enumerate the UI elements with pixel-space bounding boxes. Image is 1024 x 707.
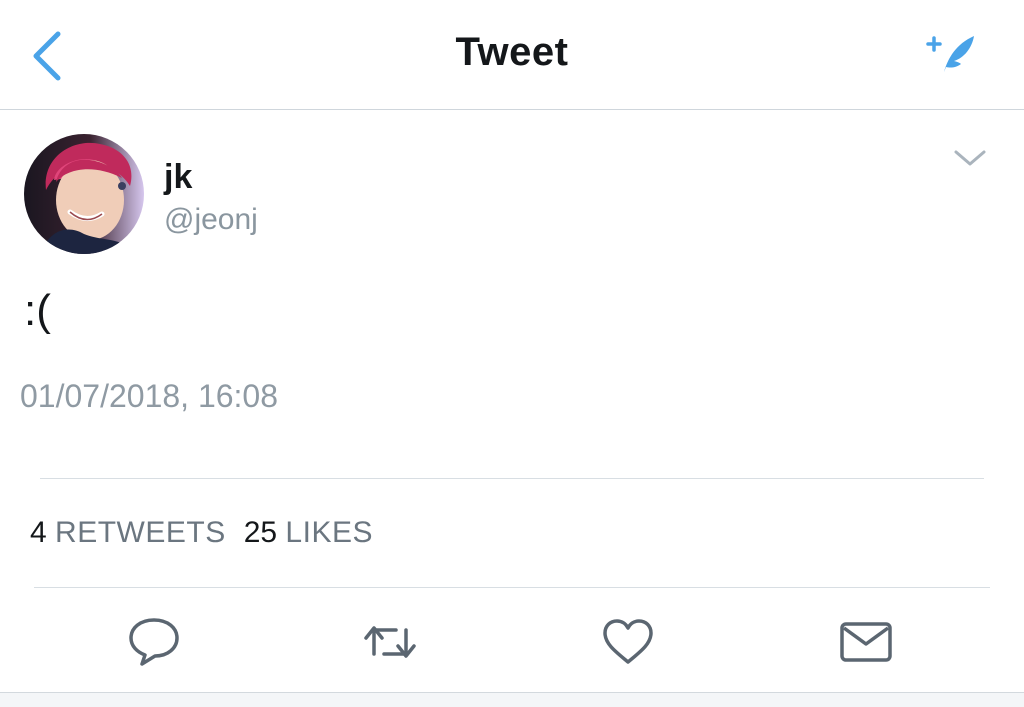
mail-icon bbox=[840, 622, 892, 662]
like-button[interactable] bbox=[598, 614, 658, 670]
display-name[interactable]: jk bbox=[164, 158, 192, 197]
retweets-stat[interactable]: 4 RETWEETS bbox=[30, 516, 226, 550]
bottom-bar bbox=[0, 692, 1024, 707]
likes-count: 25 bbox=[243, 516, 278, 549]
likes-label: LIKES bbox=[285, 516, 373, 549]
retweet-icon bbox=[364, 626, 416, 658]
compose-tweet-icon bbox=[926, 36, 974, 72]
tweet-text: :( bbox=[24, 286, 51, 335]
avatar[interactable] bbox=[24, 134, 144, 254]
divider bbox=[40, 478, 984, 479]
top-bar: Tweet bbox=[0, 0, 1024, 110]
retweet-button[interactable] bbox=[360, 614, 420, 670]
profile-photo bbox=[24, 134, 144, 254]
reply-icon bbox=[129, 618, 179, 666]
tweet-timestamp: 01/07/2018, 16:08 bbox=[20, 378, 279, 414]
retweets-label: RETWEETS bbox=[55, 516, 226, 549]
likes-stat[interactable]: 25 LIKES bbox=[244, 516, 373, 550]
retweets-count: 4 bbox=[30, 516, 47, 549]
page-title: Tweet bbox=[455, 30, 569, 74]
direct-message-button[interactable] bbox=[836, 614, 896, 670]
compose-tweet-button[interactable] bbox=[926, 28, 982, 78]
engagement-stats: 4 RETWEETS 25 LIKES bbox=[30, 516, 373, 550]
tweet-options-button[interactable] bbox=[948, 140, 992, 176]
heart-icon bbox=[603, 619, 653, 664]
reply-button[interactable] bbox=[124, 614, 184, 670]
divider bbox=[34, 587, 990, 588]
chevron-down-icon bbox=[954, 150, 986, 166]
user-handle[interactable]: @jeonj bbox=[164, 203, 258, 237]
